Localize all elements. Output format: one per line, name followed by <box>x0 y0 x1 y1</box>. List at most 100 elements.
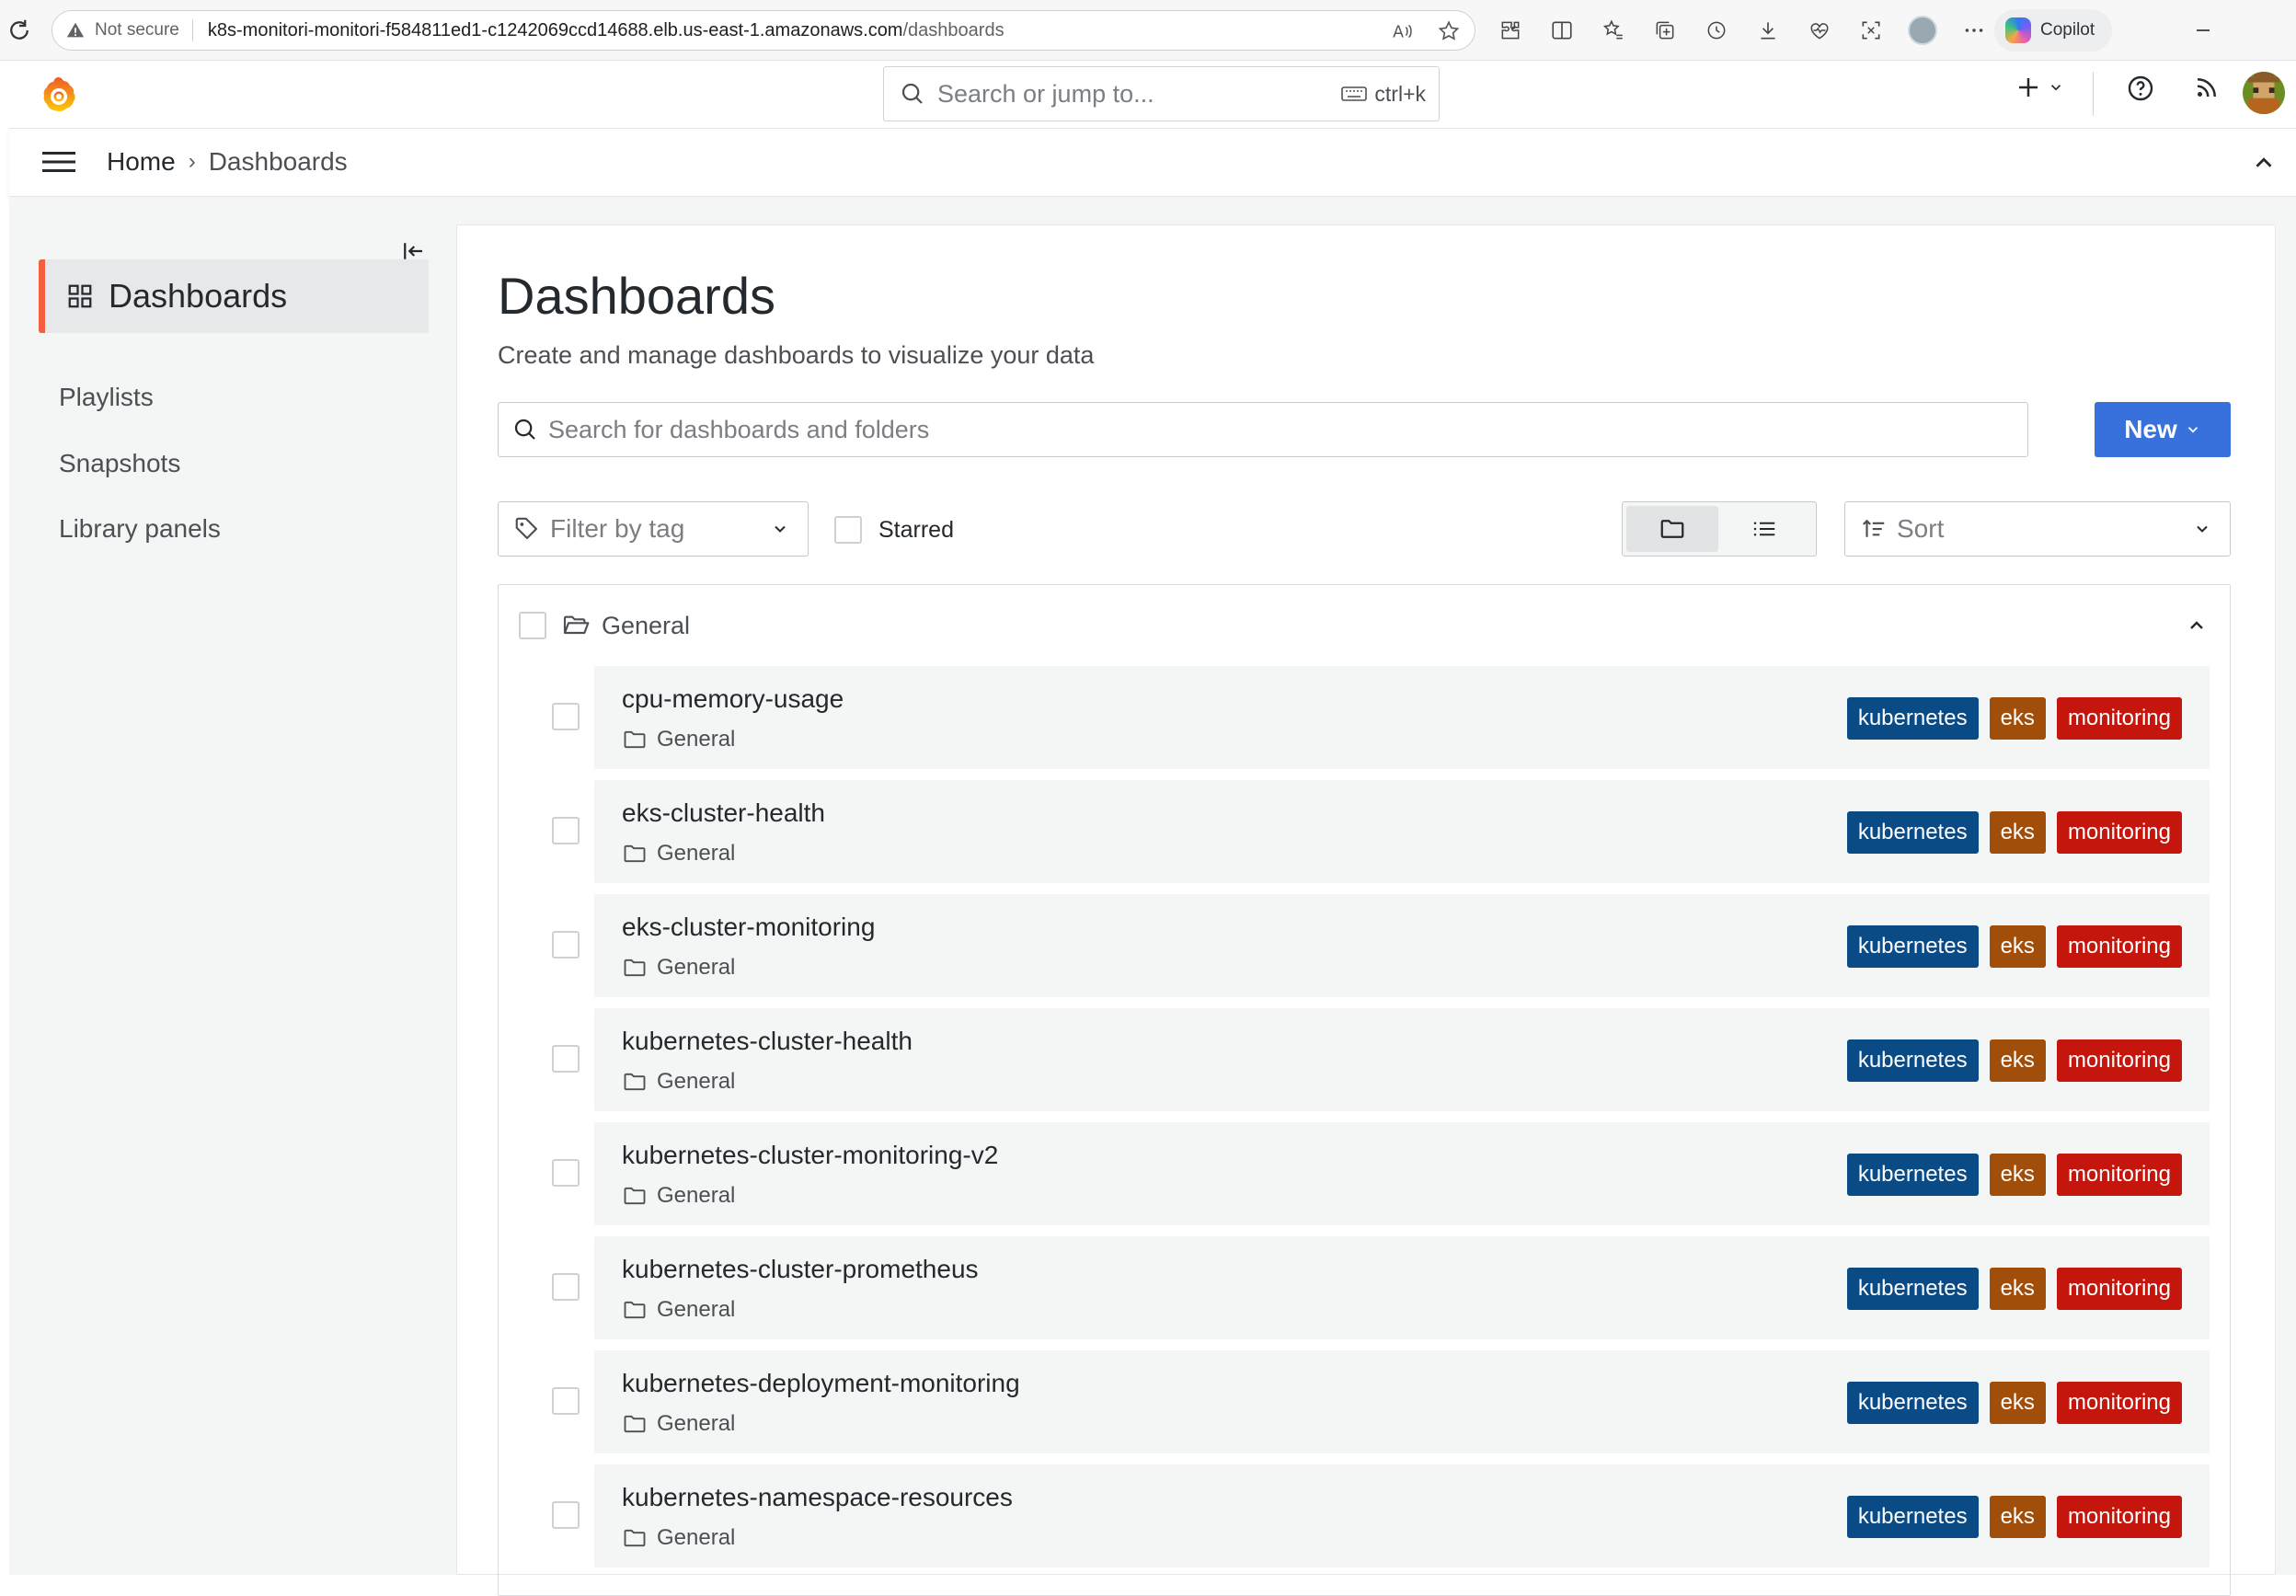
dashboard-title[interactable]: cpu-memory-usage <box>622 684 844 714</box>
warning-icon[interactable] <box>65 20 86 40</box>
breadcrumb-home[interactable]: Home <box>107 147 176 177</box>
dashboard-card[interactable]: kubernetes-cluster-health General kubern… <box>594 1008 2210 1111</box>
tag-monitoring[interactable]: monitoring <box>2056 697 2182 740</box>
dashboard-card[interactable]: eks-cluster-monitoring General kubernete… <box>594 894 2210 997</box>
screenshot-icon[interactable] <box>1856 16 1886 45</box>
tag-kubernetes[interactable]: kubernetes <box>1846 1154 1979 1196</box>
chevron-down-icon <box>2185 421 2201 438</box>
collections-icon[interactable] <box>1650 16 1680 45</box>
menu-icon[interactable] <box>40 147 77 177</box>
dashboard-card[interactable]: kubernetes-cluster-prometheus General ku… <box>594 1236 2210 1339</box>
dashboard-title[interactable]: kubernetes-cluster-monitoring-v2 <box>622 1141 998 1170</box>
read-aloud-icon[interactable]: A <box>1390 18 1416 44</box>
reload-icon[interactable] <box>6 17 33 44</box>
favorites-icon[interactable] <box>1599 16 1628 45</box>
sidebar-item-label: Dashboards <box>109 277 288 315</box>
tag-eks[interactable]: eks <box>1989 697 2046 740</box>
minimize-icon[interactable] <box>2189 17 2217 44</box>
dashboard-card[interactable]: cpu-memory-usage General kubernetes eks mo… <box>594 666 2210 769</box>
tag-kubernetes[interactable]: kubernetes <box>1846 1382 1979 1424</box>
tag-monitoring[interactable]: monitoring <box>2056 811 2182 854</box>
sort-placeholder: Sort <box>1897 514 1945 543</box>
folder-view-icon[interactable] <box>1626 506 1718 552</box>
tag-kubernetes[interactable]: kubernetes <box>1846 811 1979 854</box>
help-icon[interactable] <box>2126 74 2155 103</box>
dashboard-title[interactable]: kubernetes-namespace-resources <box>622 1483 1013 1512</box>
dashboard-card[interactable]: kubernetes-cluster-monitoring-v2 General… <box>594 1122 2210 1225</box>
tag-eks[interactable]: eks <box>1989 1268 2046 1310</box>
dashboard-title[interactable]: kubernetes-cluster-health <box>622 1027 913 1056</box>
address-bar[interactable]: Not secure k8s-monitori-monitori-f584811… <box>52 10 1475 51</box>
tag-filter-select[interactable]: Filter by tag <box>498 501 809 557</box>
dashboard-checkbox[interactable] <box>552 1273 580 1301</box>
history-icon[interactable] <box>1702 16 1731 45</box>
starred-checkbox[interactable] <box>834 516 862 544</box>
dashboard-search-placeholder: Search for dashboards and folders <box>548 415 930 443</box>
security-status[interactable]: Not secure <box>95 20 179 40</box>
starred-label[interactable]: Starred <box>878 517 954 544</box>
news-icon[interactable] <box>2193 74 2221 101</box>
sort-select[interactable]: Sort <box>1844 501 2231 557</box>
profile-avatar[interactable] <box>1908 16 1937 45</box>
dashboard-checkbox[interactable] <box>552 703 580 730</box>
dashboard-title[interactable]: eks-cluster-monitoring <box>622 913 875 942</box>
tag-eks[interactable]: eks <box>1989 925 2046 968</box>
tag-eks[interactable]: eks <box>1989 1154 2046 1196</box>
sidebar-item-snapshots[interactable]: Snapshots <box>59 449 180 478</box>
global-search-input[interactable]: Search or jump to... ctrl+k <box>883 66 1440 121</box>
tag-eks[interactable]: eks <box>1989 1496 2046 1538</box>
tag-kubernetes[interactable]: kubernetes <box>1846 1496 1979 1538</box>
dashboard-checkbox[interactable] <box>552 1159 580 1187</box>
search-icon <box>511 416 539 443</box>
new-button[interactable]: New <box>2095 402 2231 457</box>
dashboard-checkbox[interactable] <box>552 1501 580 1529</box>
tag-kubernetes[interactable]: kubernetes <box>1846 1268 1979 1310</box>
tag-monitoring[interactable]: monitoring <box>2056 1154 2182 1196</box>
tag-eks[interactable]: eks <box>1989 1039 2046 1082</box>
breadcrumb-separator: › <box>188 149 196 174</box>
grafana-logo-icon[interactable] <box>37 74 79 116</box>
dashboard-title[interactable]: eks-cluster-health <box>622 798 825 828</box>
new-menu-button[interactable] <box>2015 74 2064 101</box>
dashboard-title[interactable]: kubernetes-cluster-prometheus <box>622 1255 979 1284</box>
tag-list: kubernetes eks monitoring <box>1846 1039 2182 1082</box>
toolbar-divider <box>2093 72 2094 116</box>
tag-monitoring[interactable]: monitoring <box>2056 1268 2182 1310</box>
copilot-button[interactable]: Copilot <box>1994 9 2112 52</box>
sidebar-item-library-panels[interactable]: Library panels <box>59 514 221 544</box>
split-screen-icon[interactable] <box>1547 16 1577 45</box>
dashboard-checkbox[interactable] <box>552 1387 580 1415</box>
tag-monitoring[interactable]: monitoring <box>2056 1382 2182 1424</box>
user-avatar[interactable] <box>2243 72 2285 114</box>
tag-kubernetes[interactable]: kubernetes <box>1846 925 1979 968</box>
tag-monitoring[interactable]: monitoring <box>2056 1039 2182 1082</box>
dashboard-card[interactable]: kubernetes-deployment-monitoring General… <box>594 1350 2210 1453</box>
tag-monitoring[interactable]: monitoring <box>2056 925 2182 968</box>
dashboard-search-input[interactable]: Search for dashboards and folders <box>498 402 2028 457</box>
dashboard-checkbox[interactable] <box>552 817 580 844</box>
dashboard-card[interactable]: eks-cluster-health General kubernetes eks… <box>594 780 2210 883</box>
tag-eks[interactable]: eks <box>1989 811 2046 854</box>
dashboard-checkbox[interactable] <box>552 1045 580 1073</box>
dashboard-card[interactable]: kubernetes-namespace-resources General k… <box>594 1464 2210 1567</box>
tag-eks[interactable]: eks <box>1989 1382 2046 1424</box>
dashboard-row: cpu-memory-usage General kubernetes eks mo… <box>499 666 2230 780</box>
tag-kubernetes[interactable]: kubernetes <box>1846 1039 1979 1082</box>
chevron-up-icon[interactable] <box>2186 614 2208 637</box>
tag-monitoring[interactable]: monitoring <box>2056 1496 2182 1538</box>
dashboard-title[interactable]: kubernetes-deployment-monitoring <box>622 1369 1020 1398</box>
sidebar-item-dashboards[interactable]: Dashboards <box>39 259 429 333</box>
tag-kubernetes[interactable]: kubernetes <box>1846 697 1979 740</box>
more-icon[interactable] <box>1959 16 1989 45</box>
downloads-icon[interactable] <box>1753 16 1783 45</box>
dashboard-checkbox[interactable] <box>552 931 580 959</box>
performance-icon[interactable] <box>1805 16 1834 45</box>
sidebar-item-playlists[interactable]: Playlists <box>59 383 154 412</box>
folder-checkbox[interactable] <box>519 612 546 639</box>
list-view-icon[interactable] <box>1718 506 1810 552</box>
extensions-icon[interactable] <box>1496 16 1525 45</box>
folder-header[interactable]: General <box>499 585 2230 666</box>
favorite-star-icon[interactable] <box>1436 18 1462 44</box>
chevron-up-icon[interactable] <box>2250 149 2278 177</box>
url-text[interactable]: k8s-monitori-monitori-f584811ed1-c124206… <box>208 20 1004 41</box>
